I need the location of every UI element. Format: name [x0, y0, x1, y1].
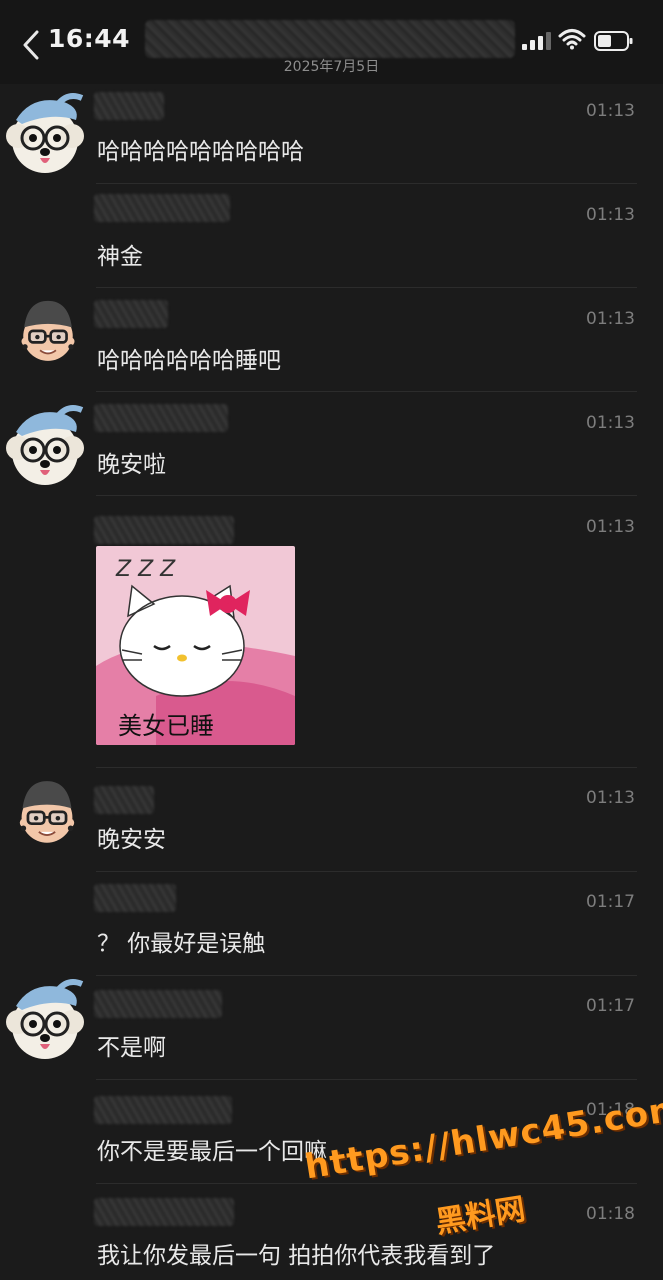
message-time: 01:13	[586, 205, 635, 225]
cellular-signal-icon	[522, 32, 551, 50]
message-text: 我让你发最后一句 拍拍你代表我看到了	[97, 1243, 496, 1269]
message-row[interactable]: 01:17 ？ 你最好是误触	[0, 872, 663, 976]
message-row[interactable]: 01:18 我让你发最后一句 拍拍你代表我看到了	[0, 1184, 663, 1280]
message-text: 神金	[97, 244, 143, 270]
sticker-zzz: Z Z Z	[115, 557, 176, 582]
message-text: 哈哈哈哈哈哈哈哈哈	[97, 139, 304, 165]
chat-title-redacted	[145, 20, 515, 58]
sticker-caption: 美女已睡	[118, 712, 214, 740]
dog-avatar-icon[interactable]	[2, 402, 88, 488]
message-time: 01:13	[586, 788, 635, 808]
status-bar: 16:44 2025年7月5日	[0, 0, 663, 84]
memoji-avatar-icon[interactable]	[10, 292, 86, 368]
sender-name-redacted	[94, 516, 234, 544]
message-time: 01:13	[586, 517, 635, 537]
message-text: ？ 你最好是误触	[97, 931, 266, 957]
sender-name-redacted	[94, 404, 228, 432]
message-row[interactable]: 01:13 哈哈哈哈哈哈睡吧	[0, 288, 663, 392]
sender-name-redacted	[94, 990, 222, 1018]
message-row[interactable]: 01:13 神金	[0, 184, 663, 288]
wifi-icon	[558, 29, 586, 50]
message-row[interactable]: 01:13 晚安安	[0, 768, 663, 872]
message-row[interactable]: 01:13 Z Z Z 美女已睡	[0, 496, 663, 768]
message-text: 晚安啦	[97, 452, 166, 478]
dog-avatar-icon[interactable]	[2, 976, 88, 1062]
chat-date: 2025年7月5日	[283, 59, 380, 75]
sender-name-redacted	[94, 194, 230, 222]
message-text: 你不是要最后一个回嘛	[97, 1139, 327, 1165]
dog-avatar-icon[interactable]	[2, 90, 88, 176]
message-row[interactable]: 01:13 哈哈哈哈哈哈哈哈哈	[0, 84, 663, 184]
battery-icon	[594, 31, 633, 51]
memoji-avatar-icon[interactable]	[8, 772, 86, 850]
message-time: 01:17	[586, 996, 635, 1016]
sender-name-redacted	[94, 300, 168, 328]
message-text: 晚安安	[97, 827, 166, 853]
message-text: 不是啊	[97, 1035, 166, 1061]
sender-name-redacted	[94, 92, 164, 120]
hello-kitty-sleeping-sticker[interactable]: Z Z Z 美女已睡	[96, 546, 295, 745]
message-time: 01:13	[586, 309, 635, 329]
sender-name-redacted	[94, 1096, 232, 1124]
message-time: 01:17	[586, 892, 635, 912]
message-time: 01:13	[586, 413, 635, 433]
message-row[interactable]: 01:13 晚安啦	[0, 392, 663, 496]
message-time: 01:18	[586, 1204, 635, 1224]
sender-name-redacted	[94, 884, 176, 912]
message-time: 01:13	[586, 101, 635, 121]
sender-name-redacted	[94, 1198, 234, 1226]
status-time: 16:44	[48, 24, 131, 53]
message-text: 哈哈哈哈哈哈睡吧	[97, 348, 281, 374]
message-row[interactable]: 01:17 不是啊	[0, 976, 663, 1080]
sender-name-redacted	[94, 786, 154, 814]
